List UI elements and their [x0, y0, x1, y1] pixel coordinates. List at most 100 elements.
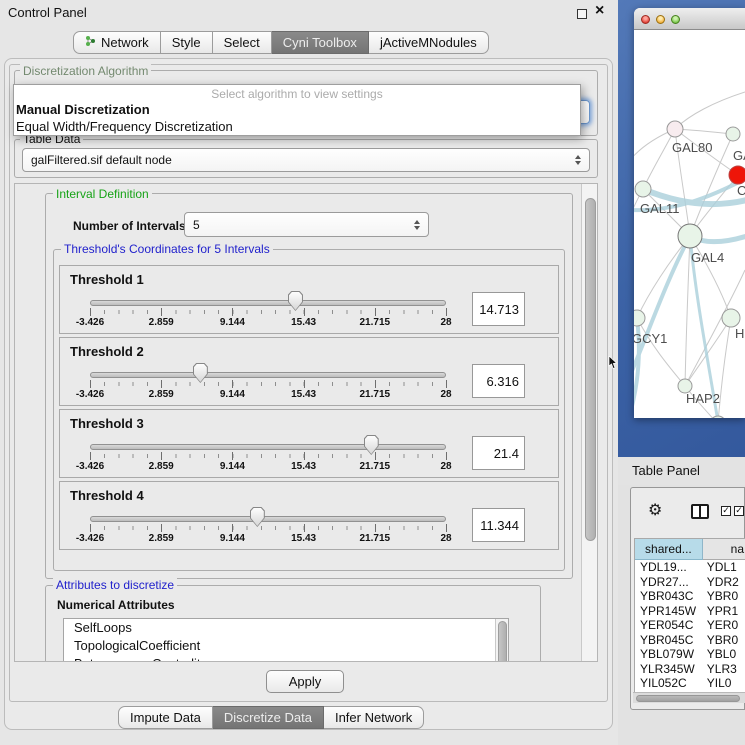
slider-major-tick: [304, 380, 305, 388]
slider-tick-label: 15.43: [291, 389, 316, 400]
table-cell: YBR0: [703, 589, 745, 604]
tab-jactivemnodules[interactable]: jActiveMNodules: [369, 31, 489, 54]
slider-tick-label: 15.43: [291, 317, 316, 328]
slider-major-tick: [232, 452, 233, 460]
threshold-4-slider-handle[interactable]: [250, 507, 265, 527]
threshold-3-value-field[interactable]: 21.4: [472, 436, 525, 470]
tab-impute-data[interactable]: Impute Data: [118, 706, 213, 729]
network-canvas[interactable]: GAL80 GA C GAL11 GAL4 GCY1 H HAP2: [634, 30, 745, 418]
settings-scrollbar-thumb[interactable]: [585, 198, 596, 541]
threshold-2-label: Threshold 2: [70, 344, 144, 359]
checkbox-icon[interactable]: ✓: [721, 506, 731, 516]
split-table-icon[interactable]: [691, 504, 709, 519]
dropdown-option[interactable]: Equal Width/Frequency Discretization: [14, 118, 580, 135]
slider-ticks: [90, 310, 447, 314]
node-gal4[interactable]: [678, 224, 702, 248]
threshold-1-value-field[interactable]: 14.713: [472, 292, 525, 326]
tab-style[interactable]: Style: [161, 31, 213, 54]
node-right[interactable]: [722, 309, 740, 327]
table-row[interactable]: YIL052CYIL0: [635, 676, 745, 691]
threshold-2-value-field[interactable]: 6.316: [472, 364, 525, 398]
node-red-selected[interactable]: [729, 166, 745, 184]
gear-icon[interactable]: ⚙: [648, 502, 662, 518]
slider-major-tick: [90, 308, 91, 316]
algorithm-group-label: Discretization Algorithm: [20, 64, 151, 78]
table-cell: YBR043C: [635, 589, 703, 604]
close-icon[interactable]: ×: [595, 2, 604, 20]
label-gal11: GAL11: [640, 201, 680, 216]
threshold-1-slider-track[interactable]: [90, 300, 446, 306]
panel-title: Control Panel: [8, 5, 87, 20]
apply-button[interactable]: Apply: [266, 670, 344, 693]
threshold-3-slider-handle[interactable]: [364, 435, 379, 455]
attribute-list-item[interactable]: BetweennessCentrality: [64, 655, 508, 662]
table-row[interactable]: YDR27...YDR2: [635, 575, 745, 590]
table-cell: YLR345W: [635, 662, 703, 677]
settings-scrollbar[interactable]: [581, 184, 598, 662]
threshold-3-label: Threshold 3: [70, 416, 144, 431]
threshold-3-slider-track[interactable]: [90, 444, 446, 450]
column-header-shared-name[interactable]: shared...: [635, 539, 703, 560]
node-gcy1[interactable]: [634, 310, 645, 326]
slider-tick-label: -3.426: [76, 533, 104, 544]
table-row[interactable]: YBR045CYBR0: [635, 633, 745, 648]
threshold-4-slider-track[interactable]: [90, 516, 446, 522]
algorithm-dropdown-popup: Select algorithm to view settings Manual…: [13, 84, 581, 136]
tab-infer-network[interactable]: Infer Network: [324, 706, 424, 729]
list-scrollbar[interactable]: [495, 619, 508, 662]
threshold-4-value-field[interactable]: 11.344: [472, 508, 525, 542]
tab-cyni-toolbox[interactable]: Cyni Toolbox: [272, 31, 369, 54]
tab-network[interactable]: Network: [73, 31, 161, 54]
slider-ticks: [90, 454, 447, 458]
table-row[interactable]: YER054CYER0: [635, 618, 745, 633]
threshold-2-slider-handle[interactable]: [193, 363, 208, 383]
slider-ticks: [90, 382, 447, 386]
column-header-name[interactable]: na: [703, 539, 745, 560]
table-row[interactable]: YBR043CYBR0: [635, 589, 745, 604]
node-top-right[interactable]: [726, 127, 740, 141]
numerical-attributes-list[interactable]: SelfLoopsTopologicalCoefficientBetweenne…: [63, 618, 509, 662]
checkbox-icon[interactable]: ✓: [734, 506, 744, 516]
table-row[interactable]: YDL19...YDL1: [635, 560, 745, 575]
network-window-titlebar[interactable]: [634, 8, 745, 30]
slider-tick-label: 15.43: [291, 533, 316, 544]
node-bottom[interactable]: [710, 416, 726, 418]
tab-select[interactable]: Select: [213, 31, 272, 54]
slider-major-tick: [446, 380, 447, 388]
attribute-list-item[interactable]: TopologicalCoefficient: [64, 637, 508, 655]
threshold-1-label: Threshold 1: [70, 272, 144, 287]
slider-tick-label: 9.144: [220, 389, 245, 400]
table-cell: YBR045C: [635, 633, 703, 648]
threshold-2-slider-track[interactable]: [90, 372, 446, 378]
table-cell: YBL0: [703, 647, 745, 662]
numerical-attributes-label: Numerical Attributes: [57, 598, 175, 612]
table-row[interactable]: YLR345WYLR3: [635, 662, 745, 677]
dropdown-option[interactable]: Manual Discretization: [14, 101, 580, 118]
slider-tick-label: 2.859: [149, 461, 174, 472]
zoom-traffic-light[interactable]: [671, 15, 680, 24]
tab-discretize-data[interactable]: Discretize Data: [213, 706, 324, 729]
table-header-row: shared... na: [635, 539, 745, 560]
table-hscroll-thumb[interactable]: [636, 695, 740, 702]
close-traffic-light[interactable]: [641, 15, 650, 24]
slider-major-tick: [446, 452, 447, 460]
top-tab-bar: NetworkStyleSelectCyni Toolbox jActiveMNo…: [73, 31, 489, 54]
table-data-select[interactable]: galFiltered.sif default node: [22, 148, 590, 172]
float-window-icon[interactable]: [577, 9, 587, 19]
table-horizontal-scrollbar[interactable]: [633, 692, 745, 703]
node-table: shared... na YDL19...YDL1YDR27...YDR2YBR…: [634, 538, 745, 692]
attribute-list-item[interactable]: SelfLoops: [64, 619, 508, 637]
minimize-traffic-light[interactable]: [656, 15, 665, 24]
threshold-1-panel: Threshold 1 14.713 -3.4262.8599.14415.43…: [59, 265, 559, 334]
slider-major-tick: [90, 452, 91, 460]
network-window[interactable]: GAL80 GA C GAL11 GAL4 GCY1 H HAP2: [634, 8, 745, 418]
node-gal11[interactable]: [635, 181, 651, 197]
threshold-1-slider-handle[interactable]: [288, 291, 303, 311]
table-row[interactable]: YPR145WYPR1: [635, 604, 745, 619]
number-of-intervals-select[interactable]: 5: [184, 212, 429, 237]
table-cell: YPR1: [703, 604, 745, 619]
threshold-2-panel: Threshold 2 6.316 -3.4262.8599.14415.432…: [59, 337, 559, 406]
table-row[interactable]: YBL079WYBL0: [635, 647, 745, 662]
node-gal80[interactable]: [667, 121, 683, 137]
tab-label: jActiveMNodules: [380, 35, 477, 50]
